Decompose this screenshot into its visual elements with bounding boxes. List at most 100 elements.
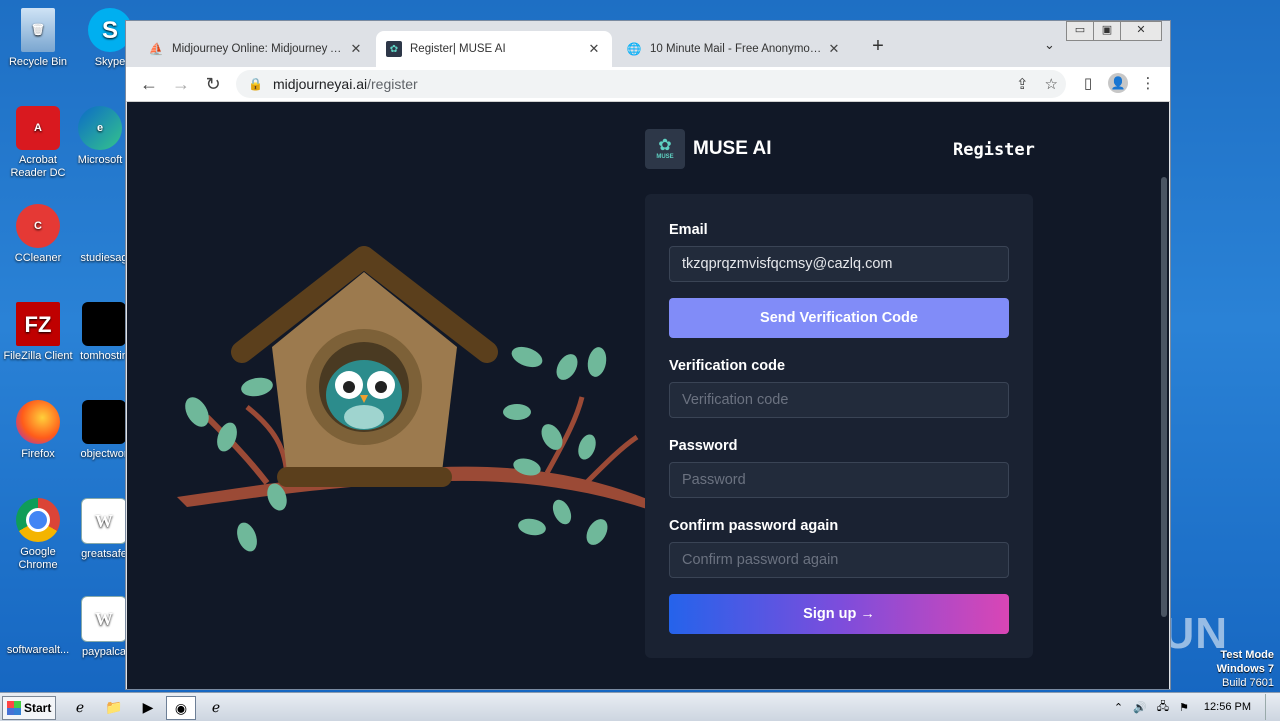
brand[interactable]: ✿ MUSE MUSE AI xyxy=(645,129,771,169)
tab-title: Register| MUSE AI xyxy=(410,43,506,55)
globe-icon: 🌐 xyxy=(626,42,642,56)
page-title: Register xyxy=(953,140,1035,160)
edge-icon: e xyxy=(78,106,122,150)
clock[interactable]: 12:56 PM xyxy=(1204,701,1251,713)
test-mode-line: Test Mode xyxy=(1220,649,1274,661)
desktop-icon-label: softwarealt... xyxy=(6,644,70,656)
verification-code-input[interactable] xyxy=(669,382,1009,418)
firefox-icon xyxy=(16,400,60,444)
show-desktop-button[interactable] xyxy=(1265,694,1280,720)
chevron-up-icon[interactable]: ⌃ xyxy=(1114,701,1123,714)
tab-10-minute-mail[interactable]: 🌐 10 Minute Mail - Free Anonymous Ter ✕ xyxy=(616,31,852,67)
desktop-icon-label: Skype xyxy=(94,56,126,68)
windows-logo-icon xyxy=(7,701,21,715)
back-button[interactable]: ← xyxy=(138,73,160,95)
start-label: Start xyxy=(24,701,52,715)
edge-taskbar-icon[interactable]: ℯ xyxy=(204,696,228,718)
blank-file-icon xyxy=(16,596,60,640)
tree-logo-icon: ✿ xyxy=(658,137,672,154)
start-button[interactable]: Start xyxy=(2,696,56,720)
tab-title: 10 Minute Mail - Free Anonymous Ter xyxy=(650,43,826,55)
close-icon[interactable]: ✕ xyxy=(348,41,364,57)
maximize-button[interactable]: ▣ xyxy=(1093,21,1121,41)
close-icon[interactable]: ✕ xyxy=(826,41,842,57)
folder-icon[interactable]: 📁 xyxy=(102,696,126,718)
verification-code-label: Verification code xyxy=(669,358,786,374)
build-line: Build 7601 xyxy=(1222,677,1274,689)
taskbar: Start ℯ 📁 ▶ ◉ ℯ ⌃ 🔊 🖧 ⚑ 12:56 PM xyxy=(0,692,1280,721)
system-tray: ⌃ 🔊 🖧 ⚑ 12:56 PM xyxy=(1109,693,1280,721)
ie-icon[interactable]: ℯ xyxy=(68,696,92,718)
blank-file-icon xyxy=(82,204,126,248)
desktop-icon-label: greatsafe xyxy=(81,548,127,560)
email-field[interactable] xyxy=(669,246,1009,282)
desktop-icon-firefox[interactable]: Firefox xyxy=(0,400,76,461)
word-doc-icon: W xyxy=(81,498,127,544)
sailboat-icon: ⛵ xyxy=(148,42,164,56)
desktop-icon-softwarealt[interactable]: softwarealt... xyxy=(0,596,76,657)
desktop-icon-label: Recycle Bin xyxy=(8,56,68,68)
tab-register[interactable]: ✿ Register| MUSE AI ✕ xyxy=(376,31,612,67)
desktop-icon-label: CCleaner xyxy=(14,252,62,264)
desktop-icon-label: Firefox xyxy=(21,448,55,460)
muse-logo: ✿ MUSE xyxy=(645,129,685,169)
address-bar[interactable]: 🔒 midjourneyai.ai/register ⇪ ☆ xyxy=(236,70,1066,98)
profile-avatar-icon[interactable]: 👤 xyxy=(1108,73,1128,93)
file-icon xyxy=(82,302,126,346)
network-icon[interactable]: 🖧 xyxy=(1157,698,1169,717)
confirm-password-input[interactable] xyxy=(669,542,1009,578)
page-scrollbar[interactable] xyxy=(1159,102,1169,689)
lock-icon[interactable]: 🔒 xyxy=(248,77,263,91)
menu-kebab-icon[interactable]: ⋮ xyxy=(1136,73,1160,95)
desktop-icon-chrome[interactable]: Google Chrome xyxy=(0,498,76,572)
register-form: Email Send Verification Code Verificatio… xyxy=(645,194,1033,658)
test-mode-notice: Test Mode Windows 7 Build 7601 xyxy=(1217,648,1274,690)
recycle-bin-icon: 🗑 xyxy=(21,8,55,52)
close-window-button[interactable]: ✕ xyxy=(1120,21,1162,41)
page-content: ✿ MUSE MUSE AI Register Email Send Verif… xyxy=(127,102,1169,689)
flag-icon[interactable]: ⚑ xyxy=(1179,701,1189,714)
side-panel-icon[interactable]: ▯ xyxy=(1076,73,1100,95)
desktop-icon-ccleaner[interactable]: C CCleaner xyxy=(0,204,76,265)
media-player-icon[interactable]: ▶ xyxy=(136,696,160,718)
confirm-password-label: Confirm password again xyxy=(669,518,839,534)
logo-text: MUSE xyxy=(656,154,674,160)
password-label: Password xyxy=(669,438,738,454)
url-host: midjourneyai.ai xyxy=(272,76,368,92)
desktop-icon-label: tomhostin xyxy=(80,350,128,362)
word-doc-icon: W xyxy=(81,596,127,642)
desktop-icon-label: Microsoft xyxy=(77,154,123,166)
tab-midjourney[interactable]: ⛵ Midjourney Online: Midjourney Ai On ✕ xyxy=(138,31,374,67)
sign-up-button[interactable]: Sign up → xyxy=(669,594,1009,634)
share-icon[interactable]: ⇪ xyxy=(1016,75,1029,93)
close-icon[interactable]: ✕ xyxy=(586,41,602,57)
desktop-icon-label: objectwor xyxy=(80,448,128,460)
windows-version-line: Windows 7 xyxy=(1216,663,1274,675)
tab-search-button[interactable]: ⌄ xyxy=(1044,37,1055,53)
desktop-icon-label: Acrobat Reader DC xyxy=(10,154,66,179)
chrome-icon xyxy=(16,498,60,542)
desktop-icon-recycle-bin[interactable]: 🗑 Recycle Bin xyxy=(0,8,76,69)
new-tab-button[interactable]: + xyxy=(866,35,890,58)
email-label: Email xyxy=(669,222,708,238)
desktop-icon-label: FileZilla Client xyxy=(3,350,73,362)
browser-window: ⛵ Midjourney Online: Midjourney Ai On ✕ … xyxy=(125,20,1171,690)
reload-button[interactable]: ↻ xyxy=(202,73,224,95)
chrome-taskbar-icon[interactable]: ◉ xyxy=(166,696,196,720)
bookmark-star-icon[interactable]: ☆ xyxy=(1045,75,1058,93)
volume-icon[interactable]: 🔊 xyxy=(1133,701,1147,714)
password-input[interactable] xyxy=(669,462,1009,498)
desktop-icon-filezilla[interactable]: FZ FileZilla Client xyxy=(0,302,76,363)
send-verification-code-button[interactable]: Send Verification Code xyxy=(669,298,1009,338)
forward-button[interactable]: → xyxy=(170,73,192,95)
scrollbar-thumb[interactable] xyxy=(1161,177,1167,617)
birdhouse-owl-illustration xyxy=(177,246,647,552)
filezilla-icon: FZ xyxy=(16,302,60,346)
minimize-button[interactable]: ▭ xyxy=(1066,21,1094,41)
file-icon xyxy=(82,400,126,444)
ccleaner-icon: C xyxy=(16,204,60,248)
muse-favicon-icon: ✿ xyxy=(386,41,402,57)
url-path: /register xyxy=(367,76,418,92)
desktop-icon-label: Google Chrome xyxy=(18,546,58,571)
brand-name: MUSE AI xyxy=(693,138,772,159)
